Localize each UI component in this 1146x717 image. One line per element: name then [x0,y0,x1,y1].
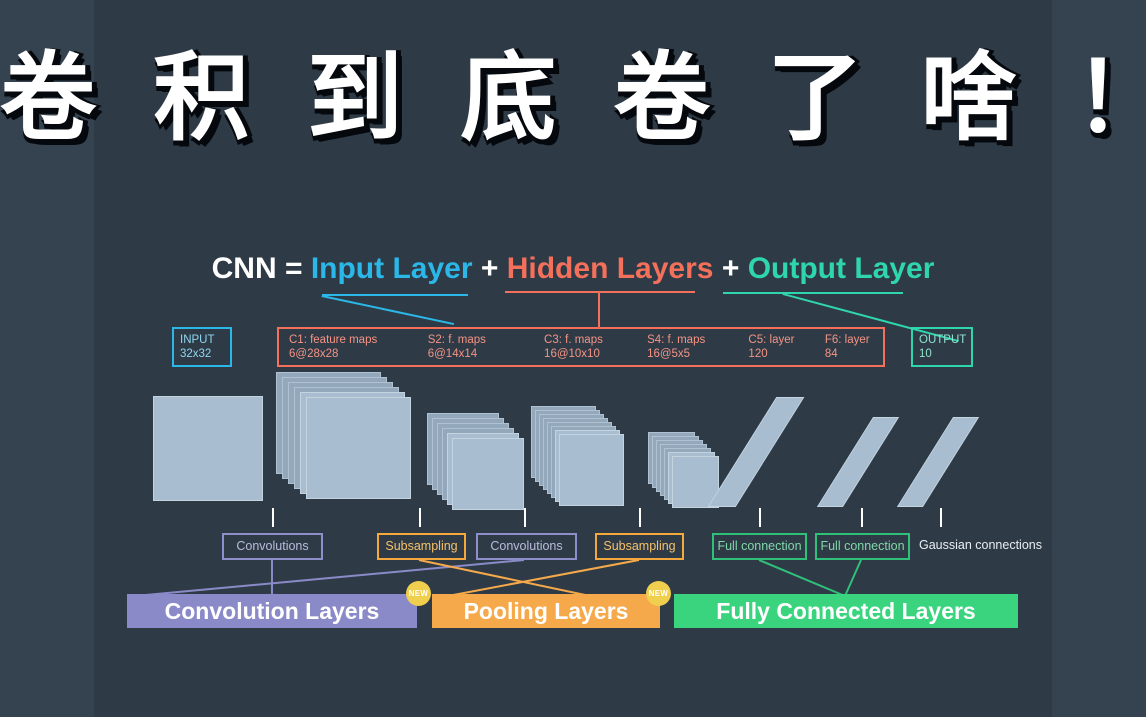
hidden-spec-f6-line-2: 84 [824,348,838,360]
output-spec-box: OUTPUT 10 [911,327,973,367]
tick-subsampling-1 [419,508,421,527]
summary-bar-fully-connected-layers[interactable]: Fully Connected Layers [674,594,1018,628]
formula-input-layer: Input Layer [310,252,473,285]
hidden-spec-col-c5: C5: layer 120 [738,333,814,361]
output-underline [723,292,903,294]
formula-hidden-layers: Hidden Layers [506,252,714,285]
new-badge-pooling: NEW [646,581,671,606]
tick-convolutions-2 [524,508,526,527]
c1-sheet-1 [306,397,411,499]
formula-plus-2: + [721,252,740,285]
cnn-formula: CNN = Input Layer + Hidden Layers + Outp… [94,252,1052,286]
hidden-spec-s4-line-1: S4: f. maps [647,334,706,346]
hidden-spec-c3-line-1: C3: f. maps [544,334,603,346]
op-box-full-connection-2[interactable]: Full connection [815,533,910,560]
hidden-drop-line [598,291,600,328]
hidden-spec-col-c3: C3: f. maps 16@10x10 [534,333,637,361]
hidden-spec-c5-line-2: 120 [748,348,768,360]
tick-gaussian-connections [940,508,942,527]
hidden-spec-col-f6: F6: layer 84 [815,333,883,361]
summary-bar-convolution-layers[interactable]: Convolution Layers [127,594,417,628]
formula-cnn-label: CNN = [211,252,303,285]
summary-bar-pooling-layers[interactable]: Pooling Layers [432,594,660,628]
input-spec-box: INPUT 32x32 [172,327,232,367]
new-badge-convolution: NEW [406,581,431,606]
tick-convolutions-1 [272,508,274,527]
hidden-spec-col-s4: S4: f. maps 16@5x5 [637,333,738,361]
op-label-gaussian-connections: Gaussian connections [919,538,1042,552]
input-spec-line-1: INPUT [180,334,215,346]
output-spec-line-2: 10 [919,348,932,360]
hidden-spec-c5-line-1: C5: layer [748,334,795,346]
hidden-spec-f6-line-1: F6: layer [824,334,870,346]
tick-full-connection-1 [759,508,761,527]
hidden-spec-col-c1: C1: feature maps 6@28x28 [279,333,418,361]
s2-sheet-1 [452,438,524,510]
hidden-spec-s2-line-2: 6@14x14 [427,348,478,360]
formula-plus-1: + [480,252,499,285]
hidden-spec-col-s2: S2: f. maps 6@14x14 [418,333,534,361]
slide-canvas: 卷 积 到 底 卷 了 啥 ！ CNN = Input Layer + Hidd… [0,0,1146,717]
c3-sheet-1 [559,434,624,506]
tick-full-connection-2 [861,508,863,527]
op-box-subsampling-1[interactable]: Subsampling [377,533,466,560]
hidden-spec-s4-line-2: 16@5x5 [647,348,691,360]
hidden-underline [505,291,695,293]
hidden-spec-c1-line-2: 6@28x28 [289,348,339,360]
op-box-convolutions-2[interactable]: Convolutions [476,533,577,560]
output-spec-line-1: OUTPUT [919,334,967,346]
op-box-convolutions-1[interactable]: Convolutions [222,533,323,560]
op-box-full-connection-1[interactable]: Full connection [712,533,807,560]
hidden-spec-c1-line-1: C1: feature maps [289,334,378,346]
input-underline [322,294,468,296]
op-box-subsampling-2[interactable]: Subsampling [595,533,684,560]
hidden-spec-box: C1: feature maps 6@28x28 S2: f. maps 6@1… [277,327,885,367]
input-plane-sheet [153,396,263,501]
input-spec-line-2: 32x32 [180,348,212,360]
hidden-spec-s2-line-1: S2: f. maps [427,334,486,346]
hidden-spec-c3-line-2: 16@10x10 [544,348,600,360]
tick-subsampling-2 [639,508,641,527]
formula-output-layer: Output Layer [747,252,935,285]
page-title: 卷 积 到 底 卷 了 啥 ！ [0,42,1146,154]
